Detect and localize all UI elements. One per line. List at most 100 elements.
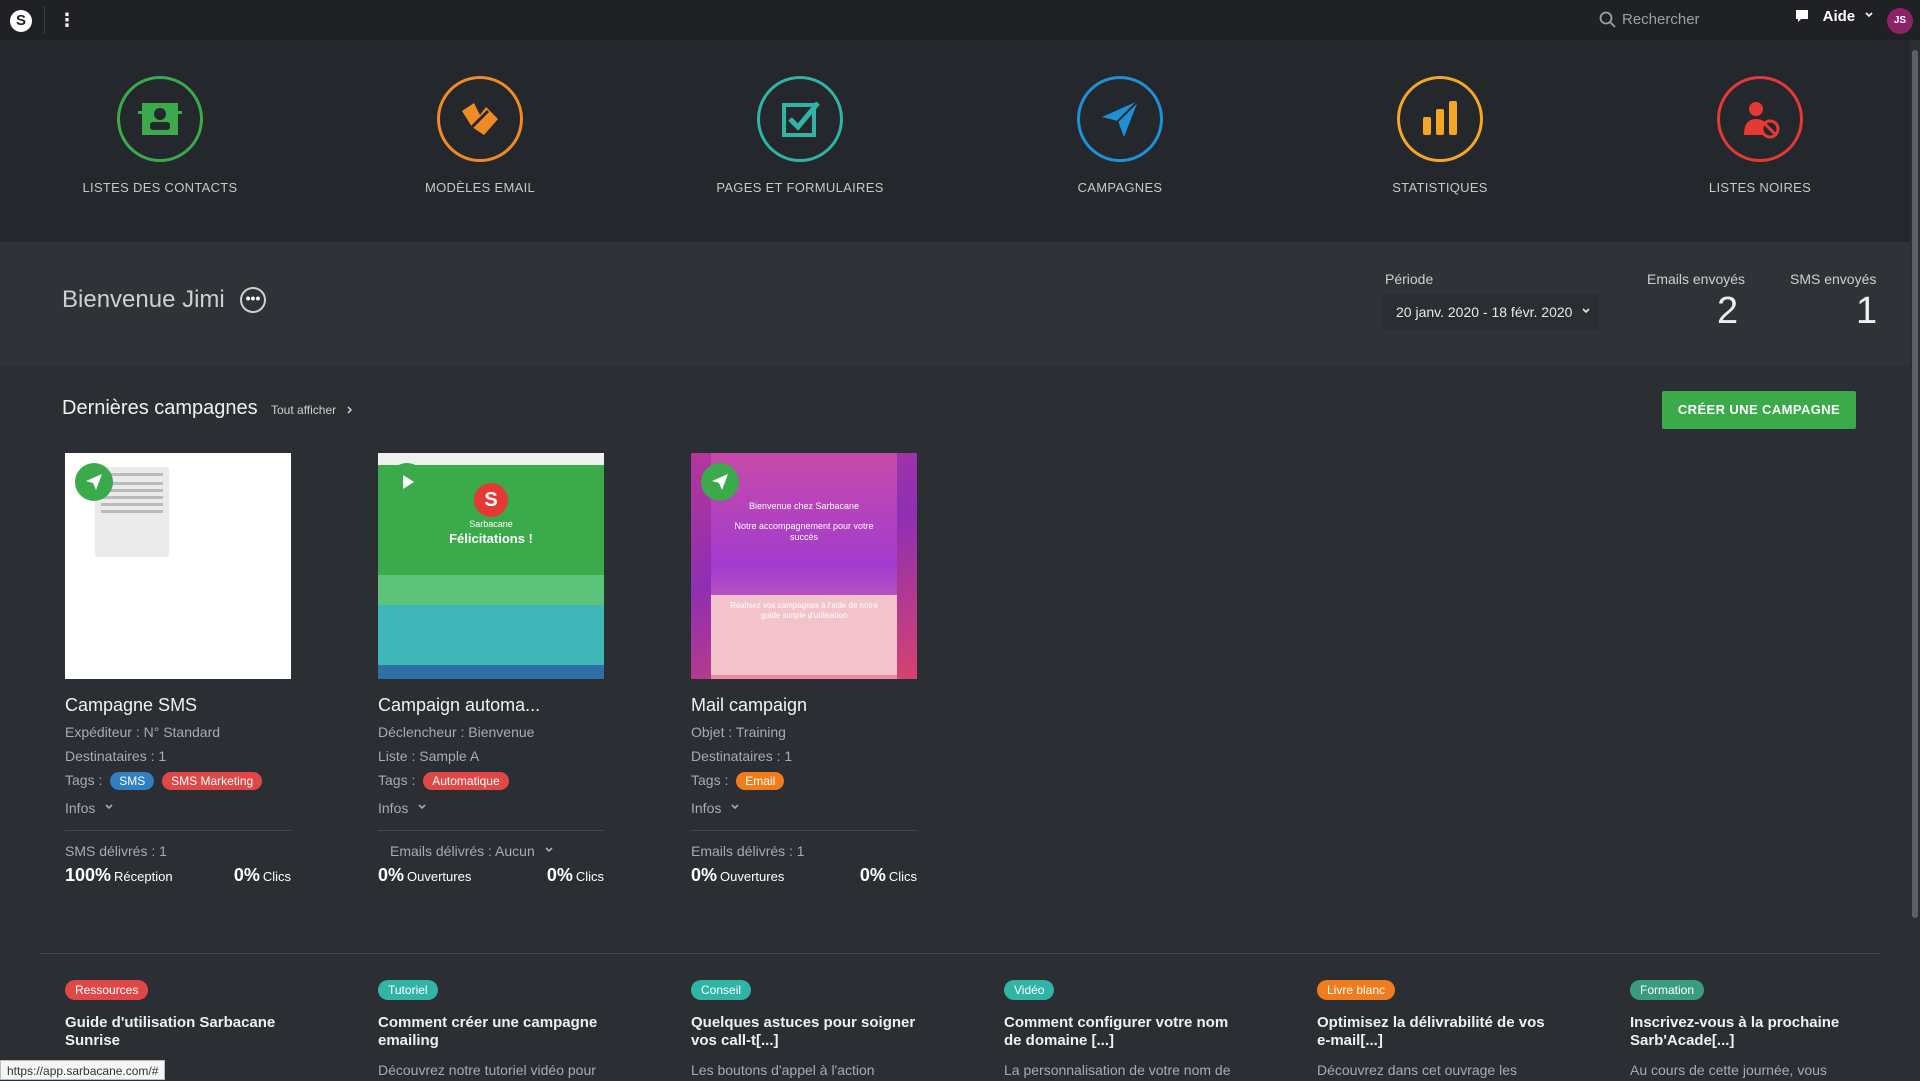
- nav-pages-forms[interactable]: PAGES ET FORMULAIRES: [670, 76, 930, 216]
- campaign-recipients: Destinataires : 1: [65, 748, 167, 764]
- help-menu-button[interactable]: Aide: [1795, 8, 1873, 32]
- delivered-count: SMS délivrés : 1: [65, 843, 167, 859]
- infos-toggle[interactable]: Infos: [65, 800, 291, 816]
- metric-clicks: 0% Clics: [547, 865, 604, 886]
- delivered-dropdown[interactable]: Emails délivrés : Aucun: [378, 843, 604, 859]
- campaign-card[interactable]: Bienvenue chez Sarbacane Notre accompagn…: [691, 453, 917, 887]
- metric-opens: 0% Ouvertures: [378, 865, 471, 886]
- chevron-down-icon: [418, 804, 426, 810]
- resource-title[interactable]: Guide d'utilisation Sarbacane Sunrise: [65, 1014, 305, 1050]
- resource-title[interactable]: Comment configurer votre nom de domaine …: [1004, 1014, 1244, 1050]
- nav-label: PAGES ET FORMULAIRES: [716, 180, 884, 195]
- search-icon: [1599, 11, 1616, 28]
- period-label: Période: [1385, 271, 1434, 287]
- resource-card[interactable]: Livre blanc Optimisez la délivrabilité d…: [1317, 980, 1557, 1078]
- metric-clicks: 0% Clics: [860, 865, 917, 886]
- infos-toggle[interactable]: Infos: [691, 800, 917, 816]
- metric-value: 0%: [546, 865, 573, 885]
- metric-value: 0%: [378, 865, 405, 885]
- paper-plane-icon: [1077, 76, 1163, 162]
- campaign-metrics: 0% Ouvertures 0% Clics: [691, 865, 917, 887]
- chat-icon: [1796, 10, 1808, 22]
- create-campaign-button[interactable]: CRÉER UNE CAMPAGNE: [1662, 391, 1856, 429]
- metric-label: Clics: [262, 869, 291, 884]
- metric-reception: 100% Réception: [65, 865, 173, 886]
- tag-badge[interactable]: Automatique: [423, 772, 509, 790]
- resource-description: Au cours de cette journée, vous: [1630, 1062, 1827, 1078]
- nav-campaigns[interactable]: CAMPAGNES: [990, 76, 1250, 216]
- campaign-thumbnail[interactable]: S Sarbacane Félicitations !: [378, 453, 604, 679]
- status-url: https://app.sarbacane.com/#: [0, 1060, 166, 1080]
- campaign-name[interactable]: Campagne SMS: [65, 695, 291, 716]
- nav-label: LISTES NOIRES: [1708, 180, 1812, 195]
- nav-email-templates[interactable]: MODÈLES EMAIL: [350, 76, 610, 216]
- infos-label: Infos: [691, 800, 722, 816]
- metric-label: Ouvertures: [407, 869, 472, 884]
- emails-sent-value: 2: [1717, 290, 1739, 332]
- play-icon: [403, 475, 414, 489]
- search-placeholder: Rechercher: [1622, 11, 1700, 28]
- campaign-recipients: Destinataires : 1: [691, 748, 793, 764]
- contacts-icon: [117, 76, 203, 162]
- campaign-name[interactable]: Campaign automa...: [378, 695, 604, 716]
- see-all-link[interactable]: Tout afficher: [271, 403, 354, 417]
- delivered-count: Emails délivrés : Aucun: [390, 843, 535, 859]
- help-label: Aide: [1822, 8, 1856, 25]
- metric-label: Réception: [114, 869, 173, 884]
- infos-toggle[interactable]: Infos: [378, 800, 604, 816]
- nav-label: STATISTIQUES: [1392, 180, 1488, 195]
- more-menu-icon[interactable]: ⋮: [58, 9, 76, 31]
- metric-value: 0%: [691, 865, 718, 885]
- resource-card[interactable]: Formation Inscrivez-vous à la prochaine …: [1630, 980, 1870, 1078]
- user-avatar[interactable]: JS: [1887, 8, 1913, 34]
- chevron-down-icon: [731, 804, 739, 810]
- tag-badge[interactable]: Email: [736, 772, 785, 790]
- emails-sent-label: Emails envoyés: [1647, 271, 1746, 287]
- nav-statistics[interactable]: STATISTIQUES: [1310, 76, 1570, 216]
- blocked-user-icon: [1717, 76, 1803, 162]
- tag-badge[interactable]: SMS Marketing: [162, 772, 263, 790]
- resource-title[interactable]: Comment créer une campagne emailing: [378, 1014, 618, 1050]
- metric-clicks: 0% Clics: [234, 865, 291, 886]
- nav-contacts-lists[interactable]: LISTES DES CONTACTS: [30, 76, 290, 216]
- nav-label: LISTES DES CONTACTS: [82, 180, 238, 195]
- metric-value: 0%: [233, 865, 260, 885]
- campaign-sender: Expéditeur : N° Standard: [65, 724, 221, 740]
- scrollbar[interactable]: [1910, 40, 1920, 1080]
- campaign-card[interactable]: Campagne SMS Expéditeur : N° Standard De…: [65, 453, 291, 887]
- nav-blacklists[interactable]: LISTES NOIRES: [1630, 76, 1890, 216]
- resource-card[interactable]: Vidéo Comment configurer votre nom de do…: [1004, 980, 1244, 1078]
- bar-chart-icon: [1397, 76, 1483, 162]
- welcome-title: Bienvenue Jimi: [62, 286, 225, 313]
- sarbacane-logo[interactable]: S: [10, 10, 32, 32]
- sms-sent-label: SMS envoyés: [1790, 271, 1877, 287]
- tag-badge[interactable]: SMS: [110, 772, 155, 790]
- scrollbar-thumb[interactable]: [1912, 50, 1918, 918]
- resource-card[interactable]: Conseil Quelques astuces pour soigner vo…: [691, 980, 931, 1078]
- search-input[interactable]: Rechercher: [1590, 7, 1780, 33]
- thumb-text: Réalisez vos campagnes à l'aide de notre…: [730, 601, 878, 620]
- period-selector[interactable]: 20 janv. 2020 - 18 févr. 2020: [1382, 294, 1599, 330]
- sent-badge: [701, 463, 739, 501]
- metric-opens: 0% Ouvertures: [691, 865, 784, 886]
- campaign-thumbnail[interactable]: [65, 453, 291, 679]
- campaign-subject: Objet : Training: [691, 724, 786, 740]
- see-all-label: Tout afficher: [271, 403, 337, 417]
- resource-title[interactable]: Inscrivez-vous à la prochaine Sarb'Acade…: [1630, 1014, 1870, 1050]
- metric-value: 0%: [859, 865, 886, 885]
- infos-label: Infos: [65, 800, 96, 816]
- more-options-button[interactable]: •••: [240, 287, 266, 313]
- paper-plane-icon: [712, 474, 728, 490]
- resource-card[interactable]: Tutoriel Comment créer une campagne emai…: [378, 980, 618, 1078]
- campaign-card[interactable]: S Sarbacane Félicitations ! Campaign aut…: [378, 453, 604, 887]
- resource-title[interactable]: Optimisez la délivrabilité de vos e-mail…: [1317, 1014, 1557, 1050]
- sent-badge: [75, 463, 113, 501]
- resource-description: Découvrez dans cet ouvrage les: [1317, 1062, 1517, 1078]
- resource-tag: Livre blanc: [1317, 980, 1396, 1000]
- resource-title[interactable]: Quelques astuces pour soigner vos call-t…: [691, 1014, 931, 1050]
- tags-label: Tags :: [65, 772, 103, 788]
- nav-label: CAMPAGNES: [1077, 180, 1163, 195]
- campaign-name[interactable]: Mail campaign: [691, 695, 917, 716]
- metric-label: Clics: [888, 869, 917, 884]
- campaign-thumbnail[interactable]: Bienvenue chez Sarbacane Notre accompagn…: [691, 453, 917, 679]
